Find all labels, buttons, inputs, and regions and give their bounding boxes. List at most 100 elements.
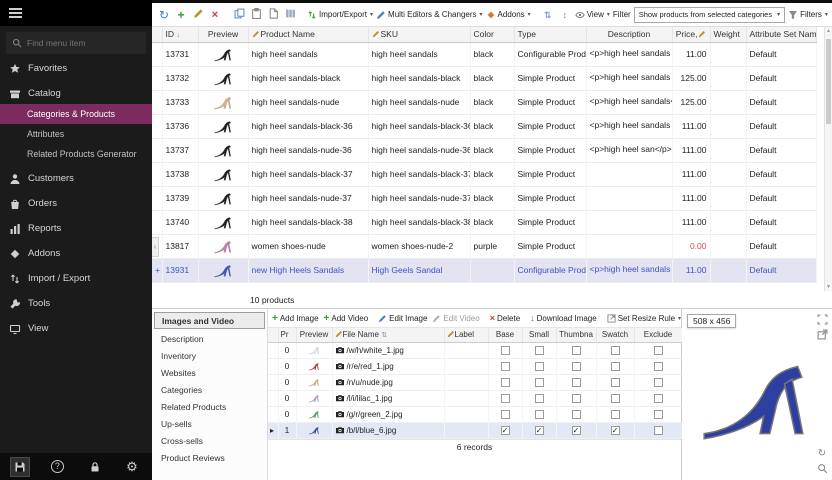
- product-row-13733[interactable]: 13733high heel sandals-nudehigh heel san…: [152, 90, 816, 114]
- image-row-b-l-blue-6-jpg[interactable]: ▸1/b/l/blue_6.jpg✓✓✓✓: [268, 422, 682, 438]
- edit-image-button[interactable]: Edit Image: [378, 314, 427, 323]
- sidebar-item-related-products-generator[interactable]: Related Products Generator: [0, 144, 152, 164]
- menu-search-input[interactable]: [27, 38, 137, 48]
- sidebar-item-favorites[interactable]: Favorites: [0, 58, 152, 79]
- multi-editors-button[interactable]: Multi Editors & Changers▾: [376, 10, 483, 20]
- tab-categories[interactable]: Categories: [154, 382, 265, 399]
- add-product-icon[interactable]: +: [174, 8, 188, 22]
- checkbox-small[interactable]: [522, 358, 556, 374]
- hamburger-menu-icon[interactable]: [9, 6, 22, 20]
- small-checkbox[interactable]: [535, 410, 544, 419]
- tab-websites[interactable]: Websites: [154, 365, 265, 382]
- scroll-down-icon[interactable]: ▼: [825, 283, 832, 291]
- base-checkbox[interactable]: [501, 410, 510, 419]
- delete-button[interactable]: ×Delete: [490, 313, 520, 323]
- import-export-button[interactable]: Import/Export▾: [307, 10, 373, 20]
- checkbox-exclude[interactable]: [634, 390, 682, 406]
- checkbox-base[interactable]: [488, 358, 522, 374]
- checkbox-swatch[interactable]: [596, 406, 634, 422]
- base-checkbox[interactable]: [501, 394, 510, 403]
- checkbox-thumbnail[interactable]: [556, 374, 596, 390]
- small-checkbox[interactable]: [535, 394, 544, 403]
- checkbox-exclude[interactable]: [634, 342, 682, 358]
- base-checkbox[interactable]: [501, 346, 510, 355]
- swatch-checkbox[interactable]: [611, 346, 620, 355]
- col-base[interactable]: Base: [488, 328, 522, 342]
- col-image-preview[interactable]: Preview: [296, 328, 332, 342]
- checkbox-swatch[interactable]: [596, 358, 634, 374]
- checkbox-base[interactable]: [488, 374, 522, 390]
- filters-button[interactable]: Filters▾: [788, 10, 828, 20]
- download-image-button[interactable]: ↓Download Image: [530, 313, 597, 323]
- col-product-name[interactable]: Product Name: [248, 27, 368, 42]
- swatch-checkbox[interactable]: [611, 410, 620, 419]
- paste-icon[interactable]: [249, 8, 263, 22]
- sidebar-item-reports[interactable]: Reports: [0, 218, 152, 239]
- help-icon[interactable]: ?: [47, 457, 67, 477]
- image-row-n-u-nude-jpg[interactable]: 0/n/u/nude.jpg: [268, 374, 682, 390]
- sort-rows-icon[interactable]: ⇅: [541, 8, 555, 22]
- col-preview[interactable]: Preview: [198, 27, 248, 42]
- add-image-button[interactable]: +Add Image: [272, 313, 319, 324]
- base-checkbox[interactable]: [501, 378, 510, 387]
- sidebar-item-catalog[interactable]: Catalog: [0, 83, 152, 104]
- tab-product-reviews[interactable]: Product Reviews: [154, 450, 265, 467]
- col-small[interactable]: Small: [522, 328, 556, 342]
- sidebar-item-view[interactable]: View: [0, 318, 152, 339]
- checkbox-base[interactable]: [488, 406, 522, 422]
- col-price[interactable]: Price,: [672, 27, 710, 42]
- fullscreen-icon[interactable]: [816, 314, 828, 326]
- base-checkbox[interactable]: ✓: [501, 426, 510, 435]
- tab-up-sells[interactable]: Up-sells: [154, 416, 265, 433]
- swatch-checkbox[interactable]: [611, 362, 620, 371]
- col-id[interactable]: ID ↓: [162, 27, 198, 42]
- set-resize-rule-button[interactable]: Set Resize Rule▾: [607, 314, 681, 323]
- sidebar-item-categories-products[interactable]: Categories & Products: [0, 104, 152, 124]
- checkbox-small[interactable]: [522, 374, 556, 390]
- product-row-13931[interactable]: +13931new High Heels SandalsHigh Geels S…: [152, 258, 816, 282]
- copy-icon[interactable]: [232, 8, 246, 22]
- col-type[interactable]: Type: [514, 27, 586, 42]
- settings-gear-icon[interactable]: ⚙: [122, 457, 142, 477]
- sidebar-item-customers[interactable]: Customers: [0, 168, 152, 189]
- col-weight[interactable]: Weight: [710, 27, 746, 42]
- checkbox-small[interactable]: [522, 342, 556, 358]
- checkbox-thumbnail[interactable]: [556, 406, 596, 422]
- refresh-icon[interactable]: ↻: [157, 8, 171, 22]
- checkbox-thumbnail[interactable]: ✓: [556, 422, 596, 438]
- image-row-w-h-white-1-jpg[interactable]: 0/w/h/white_1.jpg: [268, 342, 682, 358]
- checkbox-base[interactable]: [488, 342, 522, 358]
- tab-related-products[interactable]: Related Products: [154, 399, 265, 416]
- exclude-checkbox[interactable]: [654, 394, 663, 403]
- product-row-13737[interactable]: 13737high heel sandals-nude-36high heel …: [152, 138, 816, 162]
- checkbox-swatch[interactable]: ✓: [596, 422, 634, 438]
- edit-product-icon[interactable]: [191, 8, 205, 22]
- columns-icon[interactable]: [283, 8, 297, 22]
- small-checkbox[interactable]: [535, 346, 544, 355]
- checkbox-exclude[interactable]: [634, 422, 682, 438]
- thumbnail-checkbox[interactable]: [572, 410, 581, 419]
- small-checkbox[interactable]: [535, 378, 544, 387]
- sidebar-item-import-export[interactable]: Import / Export: [0, 268, 152, 289]
- image-row-r-e-red-1-jpg[interactable]: 0/r/e/red_1.jpg: [268, 358, 682, 374]
- open-external-icon[interactable]: [816, 329, 828, 341]
- product-row-13732[interactable]: 13732high heel sandals-blackhigh heel sa…: [152, 66, 816, 90]
- thumbnail-checkbox[interactable]: ✓: [572, 426, 581, 435]
- document-icon[interactable]: [266, 8, 280, 22]
- exclude-checkbox[interactable]: [654, 346, 663, 355]
- checkbox-small[interactable]: ✓: [522, 422, 556, 438]
- col-label[interactable]: Label: [444, 328, 488, 342]
- exclude-checkbox[interactable]: [654, 426, 663, 435]
- base-checkbox[interactable]: [501, 362, 510, 371]
- col-attribute-set[interactable]: Attribute Set Name: [746, 27, 816, 42]
- exclude-checkbox[interactable]: [654, 362, 663, 371]
- checkbox-exclude[interactable]: [634, 374, 682, 390]
- product-row-13731[interactable]: 13731high heel sandalshigh heel sandalsb…: [152, 42, 816, 66]
- checkbox-exclude[interactable]: [634, 406, 682, 422]
- thumbnail-checkbox[interactable]: [572, 394, 581, 403]
- save-icon[interactable]: [10, 457, 30, 477]
- view-button[interactable]: View▾: [575, 10, 610, 20]
- product-row-13817[interactable]: 13817women shoes-nudewomen shoes-nude-2p…: [152, 234, 816, 258]
- tab-images-and-video[interactable]: Images and Video: [154, 312, 265, 329]
- tab-cross-sells[interactable]: Cross-sells: [154, 433, 265, 450]
